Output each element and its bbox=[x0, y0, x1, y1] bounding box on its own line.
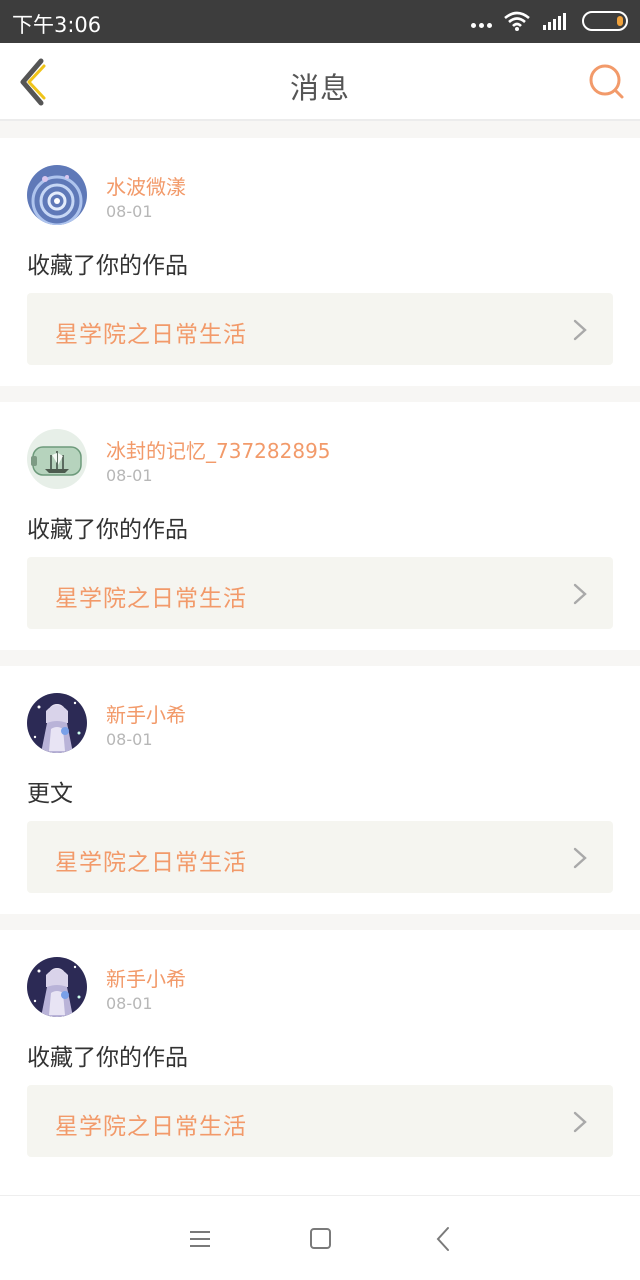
username[interactable]: 新手小希 bbox=[106, 963, 186, 992]
header: 消息 bbox=[0, 43, 640, 121]
message-action: 收藏了你的作品 bbox=[27, 1045, 188, 1071]
divider bbox=[0, 650, 640, 666]
work-link[interactable]: 星学院之日常生活 bbox=[27, 293, 613, 365]
message-card: 新手小希 08-01 收藏了你的作品 星学院之日常生活 bbox=[0, 930, 640, 1178]
message-action: 收藏了你的作品 bbox=[27, 517, 188, 543]
status-bar: 下午3:06 bbox=[0, 0, 640, 43]
chevron-right-icon bbox=[573, 583, 587, 605]
battery-icon bbox=[582, 11, 628, 31]
status-time: 下午3:06 bbox=[12, 13, 102, 37]
avatar[interactable] bbox=[27, 429, 87, 489]
divider bbox=[0, 386, 640, 402]
avatar[interactable] bbox=[27, 957, 87, 1017]
username[interactable]: 新手小希 bbox=[106, 699, 186, 728]
message-card: 新手小希 08-01 更文 星学院之日常生活 bbox=[0, 666, 640, 914]
work-title: 星学院之日常生活 bbox=[55, 850, 247, 876]
message-date: 08-01 bbox=[106, 994, 153, 1013]
message-action: 更文 bbox=[27, 781, 73, 807]
avatar[interactable] bbox=[27, 693, 87, 753]
message-date: 08-01 bbox=[106, 730, 153, 749]
chevron-right-icon bbox=[573, 1111, 587, 1133]
search-button[interactable] bbox=[586, 61, 626, 101]
work-title: 星学院之日常生活 bbox=[55, 586, 247, 612]
divider bbox=[0, 121, 640, 138]
system-nav-bar bbox=[0, 1195, 640, 1280]
message-date: 08-01 bbox=[106, 466, 153, 485]
page-title: 消息 bbox=[289, 71, 350, 105]
message-card: 水波微漾 08-01 收藏了你的作品 星学院之日常生活 bbox=[0, 138, 640, 386]
wifi-icon bbox=[504, 11, 530, 31]
work-link[interactable]: 星学院之日常生活 bbox=[27, 1085, 613, 1157]
work-link[interactable]: 星学院之日常生活 bbox=[27, 821, 613, 893]
back-triangle-icon[interactable] bbox=[428, 1224, 458, 1254]
work-link[interactable]: 星学院之日常生活 bbox=[27, 557, 613, 629]
message-action: 收藏了你的作品 bbox=[27, 253, 188, 279]
chevron-right-icon bbox=[573, 319, 587, 341]
work-title: 星学院之日常生活 bbox=[55, 1114, 247, 1140]
divider bbox=[0, 914, 640, 930]
username[interactable]: 水波微漾 bbox=[106, 171, 186, 200]
chevron-right-icon bbox=[573, 847, 587, 869]
home-square-icon[interactable] bbox=[305, 1224, 335, 1254]
avatar[interactable] bbox=[27, 165, 87, 225]
more-dots-icon bbox=[471, 22, 492, 28]
work-title: 星学院之日常生活 bbox=[55, 322, 247, 348]
signal-icon bbox=[543, 13, 566, 30]
message-card: 冰封的记忆_737282895 08-01 收藏了你的作品 星学院之日常生活 bbox=[0, 402, 640, 650]
menu-icon[interactable] bbox=[185, 1224, 215, 1254]
status-icons bbox=[471, 11, 628, 31]
message-list[interactable]: 水波微漾 08-01 收藏了你的作品 星学院之日常生活 冰封的记忆_737282… bbox=[0, 121, 640, 1195]
username[interactable]: 冰封的记忆_737282895 bbox=[106, 435, 331, 464]
message-date: 08-01 bbox=[106, 202, 153, 221]
